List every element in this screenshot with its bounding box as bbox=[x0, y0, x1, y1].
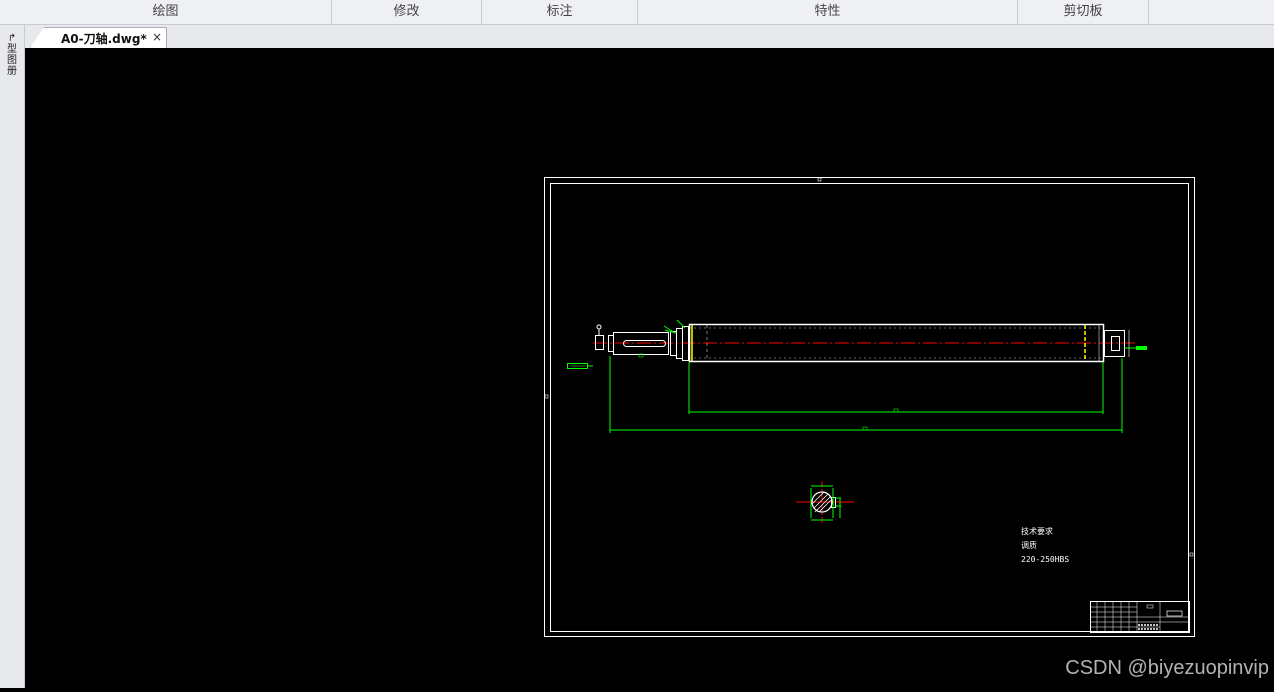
left-tool-strip: ↱ 型 图 册 bbox=[0, 25, 25, 688]
drawing-svg: 技术要求 调质 220-250HBS bbox=[544, 177, 1195, 637]
notes-line2: 220-250HBS bbox=[1021, 555, 1069, 564]
notes-heading: 技术要求 bbox=[1021, 526, 1053, 536]
shaft-main-view bbox=[567, 319, 1147, 369]
ribbon-bar: 绘图 修改 标注 特性 剪切板 bbox=[0, 0, 1274, 25]
model-space-icon[interactable]: 型 bbox=[4, 44, 20, 55]
document-tab[interactable]: A0-刀轴.dwg* × bbox=[30, 27, 167, 48]
technical-notes: 技术要求 调质 220-250HBS bbox=[1021, 526, 1069, 564]
dimension-lines bbox=[609, 353, 1123, 433]
close-icon[interactable]: × bbox=[152, 30, 162, 44]
sheet-outer-border bbox=[544, 177, 1195, 637]
title-block bbox=[1090, 601, 1190, 633]
ribbon-section-draw[interactable]: 绘图 bbox=[0, 0, 332, 24]
document-tab-title[interactable]: A0-刀轴.dwg* bbox=[61, 30, 147, 47]
ribbon-section-annotate[interactable]: 标注 bbox=[482, 0, 638, 24]
frame-grip-left[interactable] bbox=[544, 394, 549, 399]
ribbon-section-properties[interactable]: 特性 bbox=[638, 0, 1018, 24]
document-tab-bar: A0-刀轴.dwg* × bbox=[0, 25, 1274, 48]
layout-switch-icon[interactable]: ↱ bbox=[4, 33, 20, 44]
notes-line1: 调质 bbox=[1021, 540, 1037, 550]
drawing-canvas[interactable]: 技术要求 调质 220-250HBS CSDN @biyezuopinvip bbox=[25, 48, 1274, 688]
ribbon-section-modify[interactable]: 修改 bbox=[332, 0, 482, 24]
shaft-section-view bbox=[796, 481, 854, 524]
sheet-set-icon[interactable]: 册 bbox=[4, 66, 20, 77]
drawing-icon[interactable]: 图 bbox=[4, 55, 20, 66]
ribbon-section-clipboard[interactable]: 剪切板 bbox=[1018, 0, 1149, 24]
frame-grip-top[interactable] bbox=[817, 177, 822, 182]
sheet-inner-border bbox=[550, 183, 1189, 632]
watermark: CSDN @biyezuopinvip bbox=[1065, 657, 1269, 679]
frame-grip-right[interactable] bbox=[1189, 552, 1194, 557]
